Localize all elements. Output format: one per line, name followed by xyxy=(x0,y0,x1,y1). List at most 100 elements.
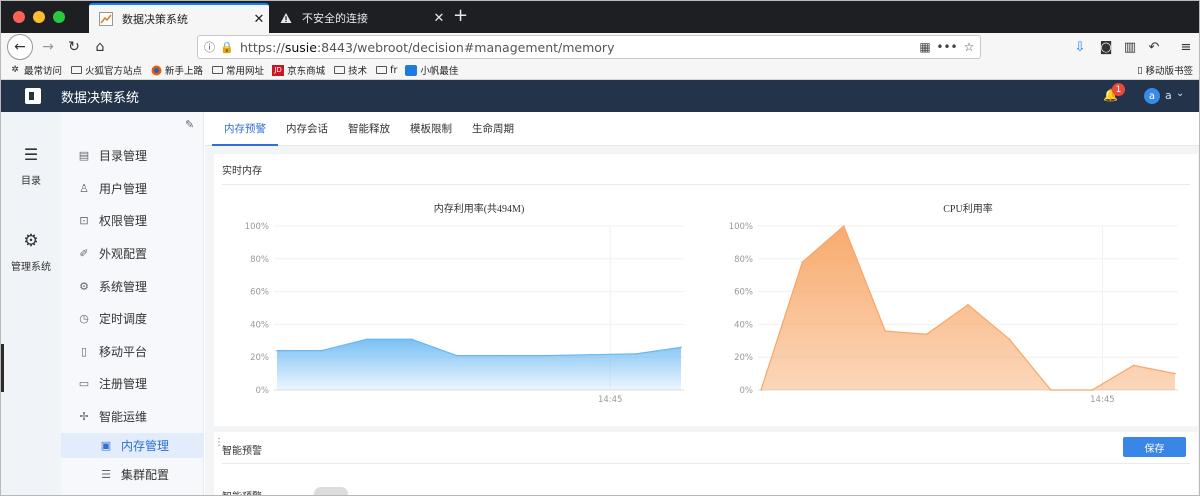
sidebar-item-management[interactable]: ⚙ 管理系统 xyxy=(1,232,61,273)
new-tab-plus-icon[interactable]: + xyxy=(453,5,468,26)
tab-template-limit[interactable]: 模板限制 xyxy=(410,112,452,146)
bookmark-item[interactable]: 火狐官方站点 xyxy=(70,63,142,77)
management-menu: ✎ ▤ 目录管理 ♙ 用户管理 ⊡ 权限管理 ✐ 外观配置 ⚙ 系统管理 ◷ 定时调度 ▯ 移… xyxy=(61,112,204,495)
menu-item-memory[interactable]: ▣ 内存管理 xyxy=(61,433,204,458)
mobile-bookmarks[interactable]: ▯ 移动版书签 xyxy=(1137,63,1193,78)
settings-icon: ⚙ xyxy=(79,280,89,293)
bookmark-item[interactable]: 小帆最佳 xyxy=(405,63,458,77)
data-point xyxy=(590,353,593,356)
data-point xyxy=(843,225,845,227)
data-point xyxy=(1091,389,1093,391)
close-tab-icon[interactable]: ✕ xyxy=(249,12,269,27)
gear-icon: ⚙ xyxy=(23,231,39,251)
download-icon[interactable]: ⇩ xyxy=(1069,36,1091,58)
jd-icon: JD xyxy=(272,64,285,76)
back-arrow-icon[interactable]: ← xyxy=(7,34,33,60)
undo-icon[interactable]: ↶ xyxy=(1143,36,1165,58)
data-point xyxy=(1174,372,1176,375)
menu-item-permissions[interactable]: ⊡ 权限管理 xyxy=(77,212,147,229)
menu-item-catalog[interactable]: ▤ 目录管理 xyxy=(77,147,147,164)
fanruan-icon xyxy=(405,64,418,76)
bookmark-item[interactable]: 新手上路 xyxy=(150,63,203,77)
chart-title: 内存利用率(共494M) xyxy=(434,202,525,215)
data-point xyxy=(276,349,278,352)
data-point xyxy=(884,330,886,332)
data-point xyxy=(967,303,969,306)
lock-icon: ⊡ xyxy=(79,214,89,227)
user-avatar[interactable]: a xyxy=(1144,88,1160,104)
timer-icon: ◷ xyxy=(79,312,89,325)
bookmark-item[interactable]: 技术 xyxy=(333,63,367,77)
ops-icon: ✢ xyxy=(79,410,89,423)
main-content: 内存预警 内存会话 智能释放 模板限制 生命周期 实时内存 内存利用率(共494… xyxy=(205,112,1199,495)
bookmark-item[interactable]: fr xyxy=(375,65,397,76)
app-title: 数据决策系统 xyxy=(61,90,140,106)
memory-usage-chart: 内存利用率(共494M) 0% 20% 40% 60% 80% 100% 14:45 xyxy=(245,202,684,405)
menu-item-mobile[interactable]: ▯ 移动平台 xyxy=(77,343,147,360)
sidebar-item-catalog[interactable]: ☰ 目录 xyxy=(1,145,61,188)
pin-icon[interactable]: ✎ xyxy=(185,118,194,131)
y-tick-label: 80% xyxy=(250,255,269,265)
y-tick-label: 60% xyxy=(734,288,753,298)
warning-icon xyxy=(278,10,294,26)
close-window-button[interactable] xyxy=(13,11,25,23)
list-icon: ☰ xyxy=(23,145,39,164)
menu-item-system[interactable]: ⚙ 系统管理 xyxy=(77,278,147,295)
browser-tab-strip: 数据决策系统 ✕ 不安全的连接 ✕ + xyxy=(1,1,1199,33)
bookmark-star-icon[interactable]: ☆ xyxy=(958,40,980,54)
url-bar[interactable]: ⓘ 🔒 https://susie:8443/webroot/decision#… xyxy=(197,35,981,59)
y-tick-label: 0% xyxy=(256,386,270,396)
menu-item-register[interactable]: ▭ 注册管理 xyxy=(77,375,147,392)
folder-icon xyxy=(333,65,345,76)
menu-item-cluster[interactable]: ☰ 集群配置 xyxy=(99,466,169,483)
tab-lifecycle[interactable]: 生命周期 xyxy=(472,112,514,146)
forward-arrow-icon[interactable]: → xyxy=(37,36,59,58)
smart-warning-toggle[interactable] xyxy=(314,487,348,495)
browser-tab-active[interactable]: 数据决策系统 ✕ xyxy=(89,3,269,33)
more-actions-icon[interactable]: ••• xyxy=(936,40,958,54)
tab-smart-release[interactable]: 智能释放 xyxy=(348,112,390,146)
sidebar-icon[interactable]: ▥ xyxy=(1119,36,1141,58)
switch-label: 智能预警 xyxy=(222,488,262,495)
reload-icon[interactable]: ↻ xyxy=(63,36,85,58)
bookmark-item[interactable]: 常用网址 xyxy=(211,63,264,77)
browser-tab[interactable]: 不安全的连接 ✕ xyxy=(269,3,449,33)
home-icon[interactable]: ⌂ xyxy=(89,36,111,58)
screenshot-icon[interactable]: ◙ xyxy=(1095,36,1117,58)
data-point xyxy=(1050,389,1052,391)
data-point xyxy=(321,349,323,352)
chevron-down-icon[interactable]: ⌄ xyxy=(1176,88,1184,99)
menu-item-appearance[interactable]: ✐ 外观配置 xyxy=(77,245,147,262)
firefox-icon xyxy=(150,65,162,76)
chart-title: CPU利用率 xyxy=(943,202,992,215)
info-icon[interactable]: ⓘ xyxy=(204,39,220,55)
y-tick-label: 40% xyxy=(734,320,753,330)
url-text[interactable]: https://susie:8443/webroot/decision#mana… xyxy=(240,40,914,55)
user-name[interactable]: a xyxy=(1165,89,1172,102)
close-tab-icon[interactable]: ✕ xyxy=(429,11,449,26)
tab-memory-warning[interactable]: 内存预警 xyxy=(212,112,278,146)
data-point xyxy=(1132,364,1135,367)
insecure-lock-icon[interactable]: 🔒 xyxy=(220,41,236,54)
realtime-memory-panel: 实时内存 内存利用率(共494M) 0% 20% 40% 60% 80% 100% 14:45… xyxy=(214,154,1198,426)
data-point xyxy=(801,261,804,263)
menu-item-ops[interactable]: ✢ 智能运维 xyxy=(77,408,147,425)
bookmark-item[interactable]: ✲ 最常访问 xyxy=(9,63,62,77)
minimize-window-button[interactable] xyxy=(33,11,45,23)
app-header: 数据决策系统 🔔 1 a a ⌄ xyxy=(1,80,1199,112)
app-logo-icon xyxy=(25,88,41,104)
save-button[interactable]: 保存 xyxy=(1123,437,1186,457)
user-icon: ♙ xyxy=(79,182,89,195)
menu-item-users[interactable]: ♙ 用户管理 xyxy=(77,180,147,197)
hamburger-menu-icon[interactable]: ≡ xyxy=(1175,36,1197,58)
bookmark-item[interactable]: JD 京东商城 xyxy=(272,63,325,77)
y-tick-label: 0% xyxy=(740,386,754,396)
memory-icon: ▣ xyxy=(100,439,112,452)
section-title: 智能预警 xyxy=(222,446,262,457)
data-point xyxy=(760,389,762,391)
qr-code-icon[interactable]: ▦ xyxy=(914,40,936,54)
maximize-window-button[interactable] xyxy=(53,11,65,23)
tab-memory-session[interactable]: 内存会话 xyxy=(286,112,328,146)
menu-item-schedule[interactable]: ◷ 定时调度 xyxy=(77,310,147,327)
divider xyxy=(222,184,1190,185)
